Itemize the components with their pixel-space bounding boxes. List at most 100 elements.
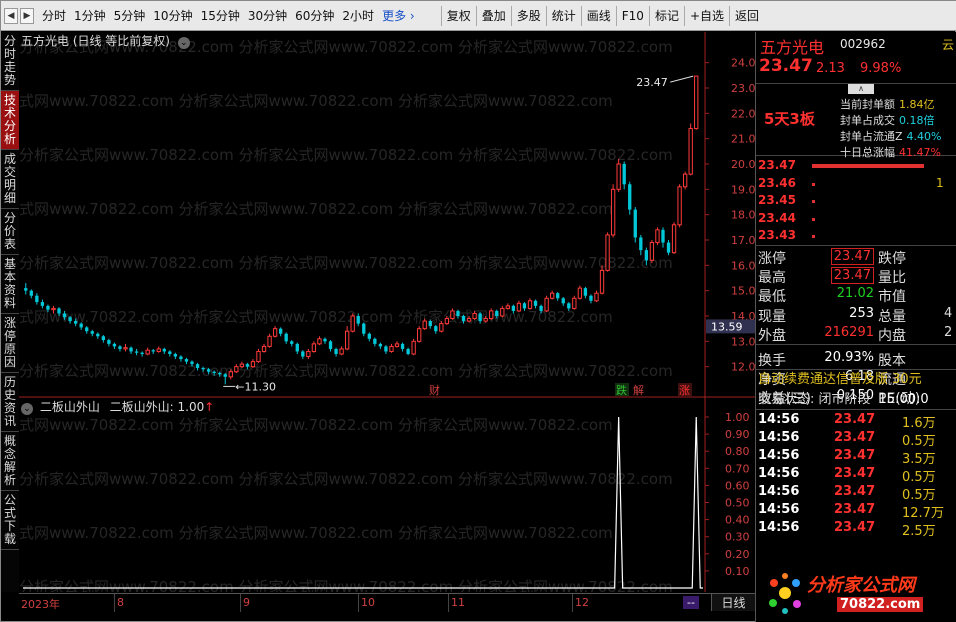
candle-body	[85, 327, 89, 332]
tick-price: 23.47	[834, 520, 876, 535]
event-marker[interactable]: 解	[633, 383, 644, 397]
candle-body	[195, 364, 200, 368]
price-label: 22.00	[731, 107, 755, 120]
left-tab[interactable]: 分价表	[1, 209, 19, 255]
event-marker[interactable]: 跌	[616, 383, 627, 397]
candle-body	[527, 300, 533, 309]
period-tab[interactable]: 分时	[38, 6, 70, 26]
event-marker[interactable]: 涨	[679, 384, 690, 397]
limit-info-value: 0.18倍	[899, 114, 935, 127]
candle-body	[306, 350, 311, 358]
candle-body	[162, 348, 166, 352]
period-tab[interactable]: 5分钟	[110, 6, 150, 26]
candle-body	[378, 343, 383, 347]
sub-chart-title: ⌄ 二板山外山 二板山外山: 1.00↑	[21, 398, 214, 415]
period-tab[interactable]: 2小时	[338, 6, 378, 26]
candle-body	[461, 316, 466, 322]
price-label: 17.00	[731, 234, 755, 247]
period-label[interactable]: 日线	[711, 593, 755, 611]
tick-row: 14:56 23.47 0.5万	[758, 484, 954, 503]
candle-body	[367, 333, 371, 339]
low-annotation: ←11.30	[235, 380, 276, 393]
candle-body	[245, 364, 250, 367]
chart-canvas[interactable]: 分析家公式网www.70822.com 分析家公式网www.70822.com …	[19, 32, 755, 592]
period-tab[interactable]: 10分钟	[149, 6, 196, 26]
limit-info-row: 封单占流通Z 4.40%	[840, 128, 942, 144]
candle-body	[394, 343, 400, 347]
date-label: 2023年	[21, 598, 60, 611]
quote-header: 五方光电 002962 云 23.47 2.13 9.98%	[756, 32, 956, 84]
period-tab[interactable]: 1分钟	[70, 6, 110, 26]
date-label: 10	[361, 596, 375, 609]
left-tab-char: 析	[3, 132, 16, 146]
toolbar-button[interactable]: 复权	[440, 5, 476, 26]
back-arrow-icon[interactable]: ◀	[4, 7, 18, 24]
price-label: 18.00	[731, 209, 755, 222]
toolbar-button[interactable]: 统计	[545, 5, 581, 26]
candle-body	[439, 323, 444, 332]
queue-row: 23.47	[758, 158, 954, 176]
title-dropdown-icon[interactable]: ⌄	[177, 37, 190, 49]
candle-body	[323, 338, 327, 342]
collapse-icon[interactable]: ∧	[848, 84, 874, 94]
left-tab[interactable]: 分时走势	[1, 32, 19, 91]
queue-price: 23.46	[758, 175, 796, 190]
candle-body	[577, 287, 583, 299]
candle-body	[250, 361, 256, 368]
left-tab[interactable]: 涨停原因	[1, 314, 19, 373]
tick-row: 14:56 23.47 2.5万	[758, 520, 954, 539]
subscription-ad[interactable]: 自动续费通达信普及版 30元	[756, 370, 956, 390]
left-tab[interactable]: 基本资料	[1, 255, 19, 314]
period-tab[interactable]: 更多 ›	[378, 6, 419, 26]
left-tab[interactable]: 成交明细	[1, 150, 19, 209]
left-tab[interactable]: 概念解析	[1, 432, 19, 491]
date-tick	[572, 594, 573, 612]
limit-info-value: 1.84亿	[899, 98, 935, 111]
candle-body	[334, 348, 338, 354]
high-pointer	[670, 75, 694, 83]
tick-price: 23.47	[834, 412, 876, 427]
sub-y-label: 0.60	[725, 479, 750, 492]
event-marker[interactable]: 财	[429, 383, 440, 397]
left-tab-char: 细	[3, 191, 16, 205]
toolbar-button[interactable]: 多股	[510, 5, 546, 26]
period-tab[interactable]: 60分钟	[291, 6, 338, 26]
logo-url: 70822.com	[837, 597, 924, 612]
sub-dropdown-icon[interactable]: ⌄	[21, 403, 33, 415]
period-tab[interactable]: 15分钟	[197, 6, 244, 26]
candle-body	[649, 242, 655, 261]
period-tab[interactable]: 30分钟	[244, 6, 291, 26]
left-tab[interactable]: 历史资讯	[1, 373, 19, 432]
toolbar-button[interactable]: 叠加	[475, 5, 511, 26]
candle-body	[694, 75, 699, 130]
candle-body	[466, 318, 472, 322]
quote-value: 253	[849, 305, 874, 321]
tick-row: 14:56 23.47 3.5万	[758, 448, 954, 467]
tick-row: 14:56 23.47 1.6万	[758, 412, 954, 431]
candle-body	[483, 318, 488, 322]
toolbar-button[interactable]: 标记	[648, 5, 684, 26]
chart-area: 分析家公式网www.70822.com 分析家公式网www.70822.com …	[19, 32, 755, 592]
tick-list: 14:56 23.47 1.6万 14:56 23.47 0.5万 14:56 23.47 3.…	[756, 410, 956, 550]
candle-body	[107, 340, 111, 344]
toolbar-button[interactable]: 返回	[729, 5, 764, 26]
quote-value: 23.47	[830, 248, 874, 265]
tick-volume: 0.5万	[902, 470, 936, 485]
watermark-text: 分析家公式网www.70822.com 分析家公式网www.70822.com …	[19, 308, 613, 326]
current-price-label: 13.59	[711, 320, 743, 333]
candle-body	[46, 305, 50, 310]
tick-time: 14:56	[758, 412, 800, 427]
candle-body	[677, 186, 682, 226]
left-tab[interactable]: 技术分析	[1, 91, 19, 150]
candle-body	[218, 373, 222, 375]
limit-info-value: 4.40%	[906, 130, 942, 143]
watermark-text: 分析家公式网www.70822.com 分析家公式网www.70822.com …	[19, 254, 673, 272]
toolbar-button[interactable]: +自选	[683, 5, 729, 26]
left-tab-char: 析	[3, 473, 16, 487]
tick-time: 14:56	[758, 520, 800, 535]
candle-body	[666, 242, 671, 253]
toolbar-button[interactable]: 画线	[580, 5, 616, 26]
forward-arrow-icon[interactable]: ▶	[20, 7, 34, 24]
left-tab[interactable]: 公式下载	[1, 491, 19, 550]
toolbar-button[interactable]: F10	[615, 5, 649, 26]
